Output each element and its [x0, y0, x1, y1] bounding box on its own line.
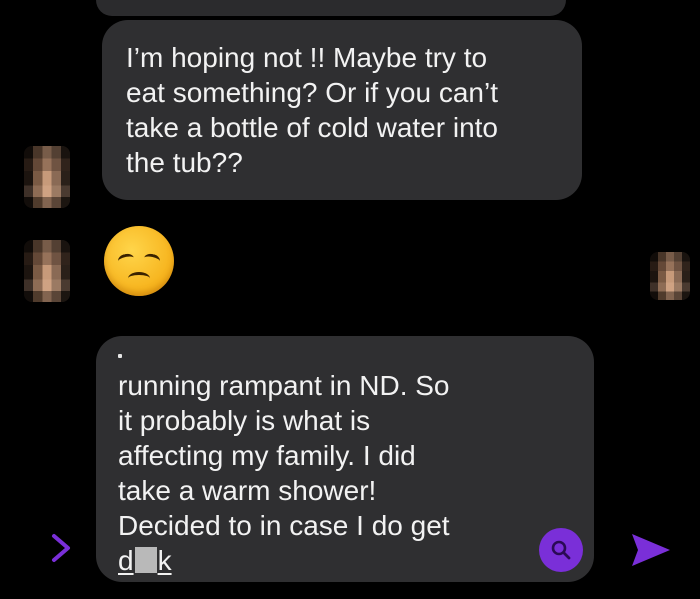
send-button[interactable]	[628, 528, 674, 572]
avatar-pixelation	[24, 240, 70, 302]
text-cursor-mark	[118, 354, 122, 366]
emoji-eye-right	[143, 252, 161, 267]
redacted-word-end: k	[157, 545, 172, 576]
contact-avatar[interactable]	[24, 146, 70, 208]
redaction-block	[134, 547, 157, 573]
search-button[interactable]	[539, 528, 583, 572]
contact-avatar[interactable]	[24, 240, 70, 302]
message-text-line: I’m hoping not !! Maybe try to	[126, 42, 488, 73]
pensive-face-emoji-message[interactable]	[104, 226, 174, 296]
previous-message-bubble-edge	[96, 0, 566, 16]
avatar-pixelation	[650, 252, 690, 300]
send-icon	[632, 534, 670, 566]
redacted-word-start: d	[118, 545, 134, 576]
message-text-line: the tub??	[126, 147, 243, 178]
message-text-line: affecting my family. I did	[118, 440, 416, 471]
chevron-right-icon[interactable]	[48, 532, 74, 564]
message-text-line: it probably is what is	[118, 405, 371, 436]
emoji-mouth	[128, 272, 150, 285]
message-bubble-incoming[interactable]: I’m hoping not !! Maybe try to eat somet…	[102, 20, 582, 200]
read-receipt-avatar	[650, 252, 690, 300]
message-text-line: running rampant in ND. So	[118, 370, 450, 401]
redacted-word: dk	[118, 543, 572, 578]
message-text-line: take a warm shower!	[118, 475, 377, 506]
emoji-eye-left	[117, 252, 135, 267]
message-draft-bubble[interactable]: running rampant in ND. So it probably is…	[96, 336, 594, 582]
avatar-pixelation	[24, 146, 70, 208]
message-text-line: Decided to in case I do get	[118, 510, 450, 541]
search-icon	[551, 540, 571, 560]
message-text-line: take a bottle of cold water into	[126, 112, 498, 143]
message-text-line: eat something? Or if you can’t	[126, 77, 498, 108]
